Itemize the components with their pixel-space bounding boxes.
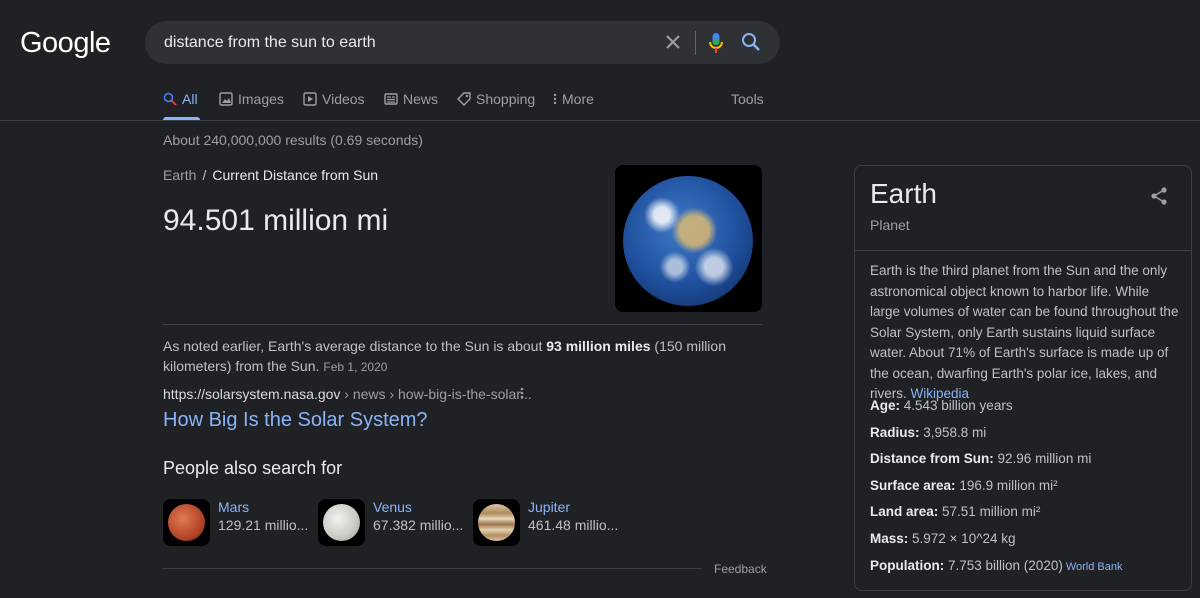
fact-label[interactable]: Population:	[870, 558, 944, 573]
tab-more[interactable]: More	[553, 91, 594, 107]
search-divider	[695, 31, 696, 55]
result-path: › news › how-big-is-the-solar...	[340, 386, 532, 402]
tab-news[interactable]: News	[384, 91, 438, 107]
people-also-search-item-venus[interactable]: Venus 67.382 millio...	[318, 499, 463, 546]
feedback-link[interactable]: Feedback	[714, 562, 767, 576]
tab-label: News	[403, 91, 439, 107]
fact-label[interactable]: Land area:	[870, 504, 938, 519]
fact-value: 196.9 million mi²	[955, 478, 1058, 493]
kp-divider	[855, 250, 1191, 251]
news-icon	[384, 93, 398, 105]
earth-image[interactable]	[615, 165, 762, 312]
fact-value: 57.51 million mi²	[938, 504, 1041, 519]
answer-breadcrumb: Earth / Current Distance from Sun	[163, 167, 378, 183]
fact-label[interactable]: Radius:	[870, 425, 920, 440]
search-box[interactable]: distance from the sun to earth	[145, 21, 780, 64]
fact-surface-area: Surface area: 196.9 million mi²	[870, 478, 1058, 493]
image-icon	[219, 92, 233, 106]
tab-label: Shopping	[476, 91, 536, 107]
kp-description-text: Earth is the third planet from the Sun a…	[870, 263, 1179, 401]
fact-value: 7.753 billion (2020)	[944, 558, 1063, 573]
snippet-highlight: 93 million miles	[546, 338, 651, 354]
breadcrumb-separator: /	[202, 167, 207, 183]
result-title-link[interactable]: How Big Is the Solar System?	[163, 409, 428, 432]
share-icon[interactable]	[1149, 186, 1169, 211]
fact-value: 3,958.8 mi	[919, 425, 987, 440]
clear-icon[interactable]	[664, 32, 682, 57]
tab-label: Videos	[322, 91, 365, 107]
fact-distance: Distance from Sun: 92.96 million mi	[870, 451, 1091, 466]
knowledge-panel: Earth Planet Earth is the third planet f…	[854, 165, 1192, 591]
feedback-divider	[163, 568, 701, 569]
fact-population: Population: 7.753 billion (2020) World Ba…	[870, 558, 1123, 573]
pas-value: 67.382 millio...	[373, 517, 464, 533]
tag-icon	[457, 92, 471, 106]
people-also-search-item-jupiter[interactable]: Jupiter 461.48 millio...	[473, 499, 618, 546]
result-domain: https://solarsystem.nasa.gov	[163, 386, 341, 402]
tab-videos[interactable]: Videos	[303, 91, 365, 107]
pas-value: 129.21 millio...	[218, 517, 309, 533]
mars-thumbnail	[163, 499, 210, 546]
fact-label[interactable]: Mass:	[870, 531, 908, 546]
google-logo[interactable]: Google	[20, 27, 111, 60]
fact-label[interactable]: Distance from Sun:	[870, 451, 994, 466]
fact-label[interactable]: Age:	[870, 398, 900, 413]
world-bank-link[interactable]: World Bank	[1066, 561, 1123, 573]
tab-label: More	[562, 91, 594, 107]
kp-description: Earth is the third planet from the Sun a…	[870, 261, 1182, 405]
header-divider	[0, 120, 1200, 121]
tools-button[interactable]: Tools	[731, 91, 764, 107]
search-icon	[163, 92, 177, 106]
tab-label: Images	[238, 91, 284, 107]
breadcrumb-current: Current Distance from Sun	[212, 167, 379, 183]
video-icon	[303, 92, 317, 106]
fact-radius: Radius: 3,958.8 mi	[870, 425, 986, 440]
pas-name: Venus	[373, 499, 412, 515]
jupiter-thumbnail	[473, 499, 520, 546]
search-button[interactable]	[741, 32, 761, 57]
answer-value: 94.501 million mi	[163, 204, 389, 237]
pas-name: Jupiter	[528, 499, 571, 515]
search-input[interactable]: distance from the sun to earth	[164, 34, 376, 52]
fact-value: 5.972 × 10^24 kg	[908, 531, 1016, 546]
result-stats: About 240,000,000 results (0.69 seconds)	[163, 132, 423, 148]
featured-snippet: As noted earlier, Earth's average distan…	[163, 336, 753, 377]
kp-title: Earth	[870, 178, 937, 209]
venus-thumbnail	[318, 499, 365, 546]
kp-subtitle: Planet	[870, 217, 910, 233]
tab-all[interactable]: All	[163, 91, 198, 107]
people-also-search-item-mars[interactable]: Mars 129.21 millio...	[163, 499, 308, 546]
fact-age: Age: 4.543 billion years	[870, 398, 1013, 413]
fact-value: 4.543 billion years	[900, 398, 1013, 413]
earth-globe-icon	[623, 176, 753, 306]
tab-label: All	[182, 91, 198, 107]
fact-value: 92.96 million mi	[993, 451, 1092, 466]
answer-divider	[163, 324, 762, 325]
more-vertical-icon	[553, 93, 557, 105]
pas-value: 461.48 millio...	[528, 517, 619, 533]
fact-land-area: Land area: 57.51 million mi²	[870, 504, 1040, 519]
people-also-search-heading: People also search for	[163, 458, 343, 478]
microphone-icon[interactable]	[708, 32, 724, 59]
fact-label[interactable]: Surface area:	[870, 478, 956, 493]
tab-images[interactable]: Images	[219, 91, 284, 107]
snippet-date: Feb 1, 2020	[323, 360, 388, 374]
breadcrumb-parent[interactable]: Earth	[163, 167, 196, 183]
result-menu-icon[interactable]	[520, 386, 524, 403]
fact-mass: Mass: 5.972 × 10^24 kg	[870, 531, 1016, 546]
tab-shopping[interactable]: Shopping	[457, 91, 535, 107]
snippet-text: As noted earlier, Earth's average distan…	[163, 338, 547, 354]
pas-name: Mars	[218, 499, 250, 515]
result-url[interactable]: https://solarsystem.nasa.gov › news › ho…	[163, 386, 532, 402]
